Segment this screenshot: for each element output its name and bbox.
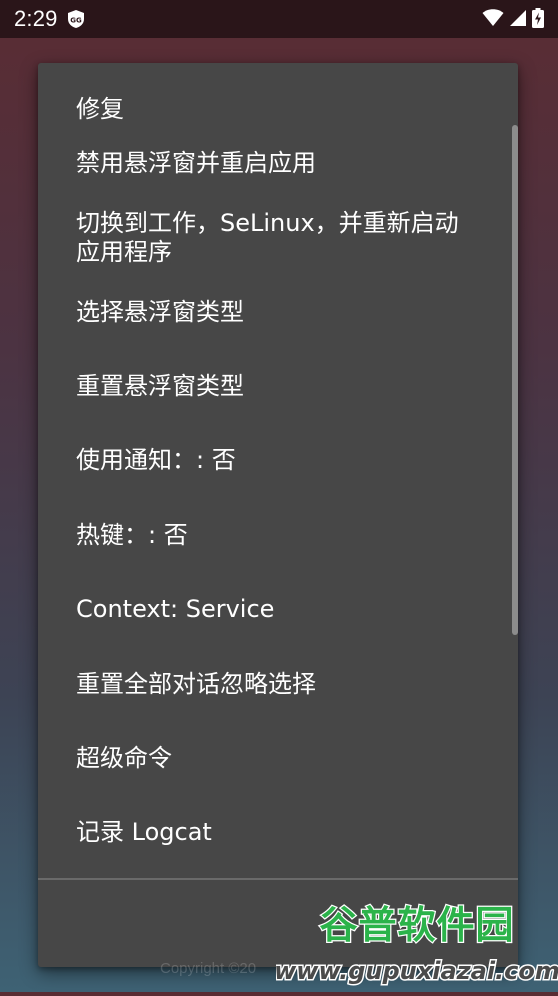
menu-item-hotkey[interactable]: 热键：: 否 <box>38 503 518 567</box>
battery-charging-icon <box>532 8 544 32</box>
menu-item-disable-float-restart[interactable]: 禁用悬浮窗并重启应用 <box>38 131 518 195</box>
menu-item-label: 记录 Logcat <box>76 817 212 846</box>
menu-item-label: 修复 <box>76 94 124 123</box>
menu-item-label: 超级命令 <box>76 743 172 772</box>
menu-item-use-notification[interactable]: 使用通知：: 否 <box>38 428 518 492</box>
menu-item-label: 热键：: 否 <box>76 520 188 549</box>
menu-divider <box>38 878 518 880</box>
status-time: 2:29 <box>14 6 58 31</box>
status-icons <box>482 8 544 32</box>
overflow-menu: 修复 禁用悬浮窗并重启应用 切换到工作，SeLinux，并重新启动应用程序 选择… <box>38 63 518 967</box>
menu-item-label: Context: Service <box>76 594 275 623</box>
menu-item-reset-dialog-ignore[interactable]: 重置全部对话忽略选择 <box>38 652 518 716</box>
menu-item-switch-work-selinux[interactable]: 切换到工作，SeLinux，并重新启动应用程序 <box>38 201 518 275</box>
menu-item-super-command[interactable]: 超级命令 <box>38 726 518 790</box>
signal-icon <box>509 9 527 31</box>
wifi-icon <box>482 9 504 31</box>
watermark-title: 谷普软件园 <box>319 903 514 947</box>
menu-item-select-float-type[interactable]: 选择悬浮窗类型 <box>38 280 518 344</box>
svg-text:GG: GG <box>70 17 82 25</box>
status-bar: 2:29 GG <box>0 0 558 38</box>
menu-item-label: 禁用悬浮窗并重启应用 <box>76 148 316 177</box>
menu-item-label: 使用通知：: 否 <box>76 445 236 474</box>
menu-item-context-service[interactable]: Context: Service <box>38 577 518 641</box>
watermark-url: www.gupuxiazai.com <box>276 957 558 985</box>
menu-item-record-logcat[interactable]: 记录 Logcat <box>38 800 518 864</box>
menu-item-label: 重置悬浮窗类型 <box>76 371 244 400</box>
menu-scrollbar[interactable] <box>512 125 518 635</box>
game-guardian-icon: GG <box>66 9 86 29</box>
menu-item-label: 选择悬浮窗类型 <box>76 297 244 326</box>
watermark-logo: 谷普软件园 www.gupuxiazai.com <box>273 895 558 992</box>
menu-item-reset-float-type[interactable]: 重置悬浮窗类型 <box>38 354 518 418</box>
background-copyright: Copyright ©20 <box>160 960 257 977</box>
menu-item-label: 切换到工作，SeLinux，并重新启动应用程序 <box>76 209 459 266</box>
menu-item-label: 重置全部对话忽略选择 <box>76 669 316 698</box>
